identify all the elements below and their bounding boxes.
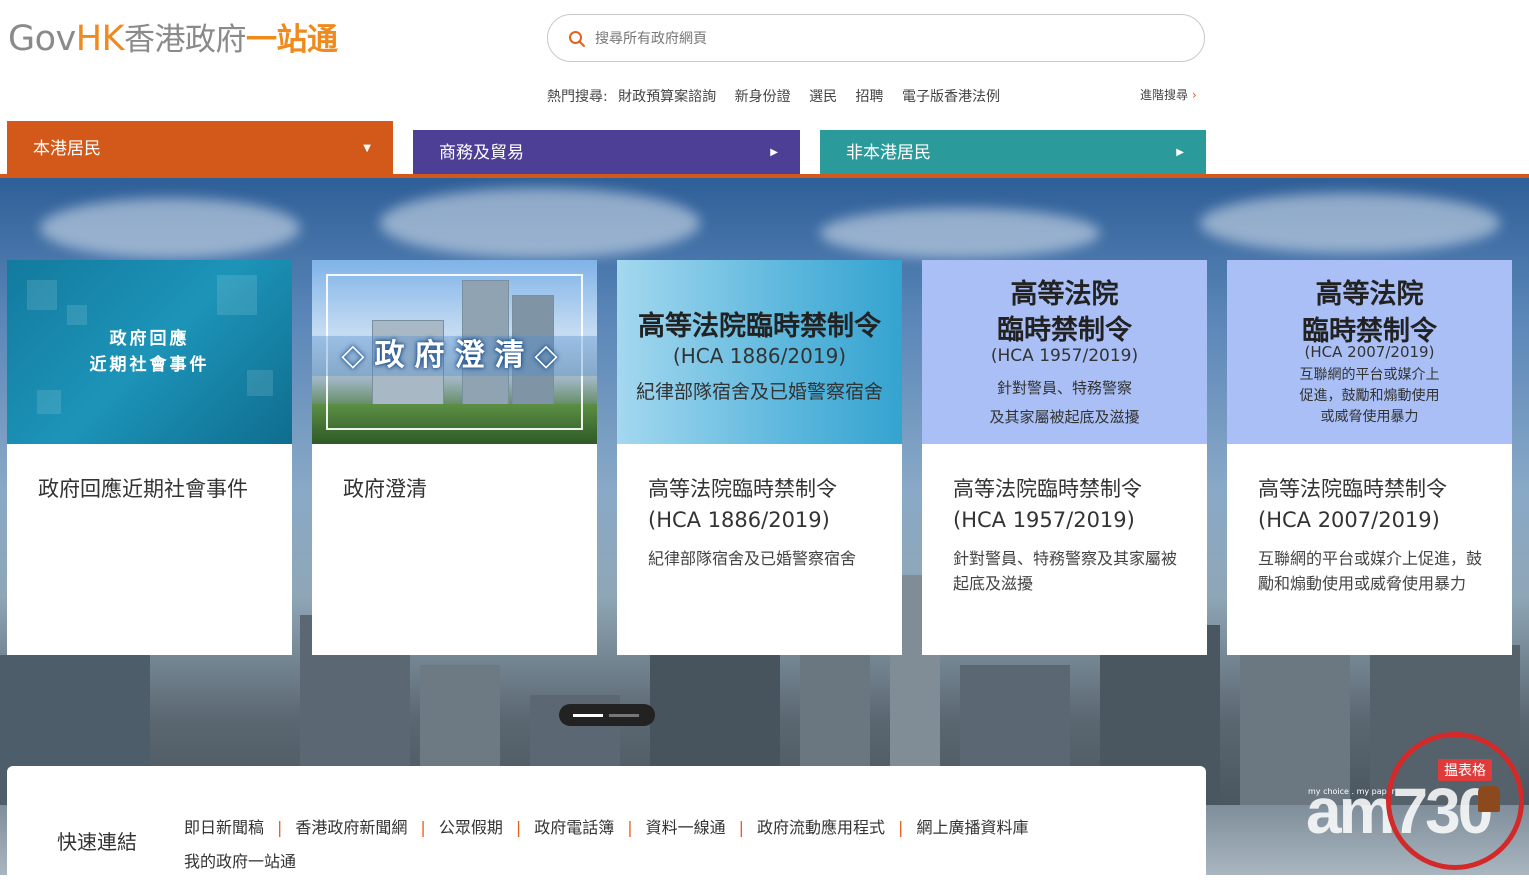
carousel-card[interactable]: 高等法院 臨時禁制令 (HCA 1957/2019) 針對警員、特務警察 及其家… xyxy=(922,260,1207,655)
form-tag-badge: 揾表格 xyxy=(1438,759,1492,781)
quick-link[interactable]: 政府電話簿 xyxy=(534,818,614,837)
card-title[interactable]: 政府回應近期社會事件 xyxy=(38,474,270,505)
pager-dot[interactable] xyxy=(609,714,639,717)
card-title[interactable]: 高等法院臨時禁制令 (HCA 2007/2019) xyxy=(1258,474,1490,536)
card-image: ◇政府澄清◇ xyxy=(312,260,597,444)
tab-non-residents[interactable]: 非本港居民 ▶ xyxy=(820,130,1206,176)
logo-zh-accent-text: 一站通 xyxy=(246,22,338,58)
card-image-text: (HCA 1957/2019) xyxy=(990,346,1139,366)
chevron-right-icon: › xyxy=(1192,88,1197,102)
hot-search-bar: 熱門搜尋: 財政預算案諮詢 新身份證 選民 招聘 電子版香港法例 xyxy=(547,86,1014,106)
advanced-search-link[interactable]: 進階搜尋 › xyxy=(1140,86,1197,103)
quick-link[interactable]: 香港政府新聞網 xyxy=(295,818,407,837)
card-title[interactable]: 政府澄清 xyxy=(343,474,575,505)
card-image-text: 臨時禁制令 xyxy=(997,315,1132,346)
carousel-card[interactable]: 政府回應 近期社會事件 政府回應近期社會事件 xyxy=(7,260,292,655)
carousel-pager xyxy=(559,704,655,726)
quick-link[interactable]: 我的政府一站通 xyxy=(184,852,296,871)
card-image-text: 政府回應 xyxy=(109,329,190,349)
tab-label: 本港居民 xyxy=(33,139,101,159)
card-image: 政府回應 近期社會事件 xyxy=(7,260,292,444)
hot-search-link[interactable]: 電子版香港法例 xyxy=(902,89,1000,105)
search-box[interactable] xyxy=(547,14,1205,62)
card-image-text: 促進，鼓勵和煽動使用 xyxy=(1299,388,1440,404)
link-separator: | xyxy=(515,818,522,837)
card-title[interactable]: 高等法院臨時禁制令 (HCA 1886/2019) xyxy=(648,474,880,536)
card-image-text: 針對警員、特務警察 xyxy=(996,379,1132,397)
advanced-search-label: 進階搜尋 xyxy=(1140,88,1189,102)
quick-links-panel: 快速連結 即日新聞稿 | 香港政府新聞網 | 公眾假期 | 政府電話簿 | 資料一線通 | 政府流動… xyxy=(7,766,1206,886)
card-image-text: (HCA 2007/2019) xyxy=(1304,343,1435,361)
card-title[interactable]: 高等法院臨時禁制令 (HCA 1957/2019) xyxy=(953,474,1185,536)
card-image-text: 高等法院臨時禁制令 xyxy=(638,311,881,342)
card-image-text: 及其家屬被起底及滋擾 xyxy=(989,408,1140,426)
link-separator: | xyxy=(420,818,426,837)
hot-search-link[interactable]: 選民 xyxy=(809,89,837,105)
card-image: 高等法院 臨時禁制令 (HCA 2007/2019) 互聯網的平台或媒介上 促進… xyxy=(1227,260,1512,444)
card-image-text: 紀律部隊宿舍及已婚警察宿舍 xyxy=(635,381,883,403)
quick-links-label: 快速連結 xyxy=(57,830,137,854)
caret-down-icon: ▼ xyxy=(363,143,371,154)
card-image-text: 近期社會事件 xyxy=(89,355,210,375)
link-separator: | xyxy=(898,818,904,837)
am730-watermark: my choice . my paper am730 揾表格 xyxy=(1300,730,1529,875)
quick-link[interactable]: 資料一線通 xyxy=(646,818,726,837)
card-image-text: 高等法院 xyxy=(1010,279,1119,310)
carousel-card[interactable]: 高等法院臨時禁制令 (HCA 1886/2019) 紀律部隊宿舍及已婚警察宿舍 … xyxy=(617,260,902,655)
logo-hk-text: HK xyxy=(75,19,125,59)
govhk-logo[interactable]: GovHK香港政府一站通 xyxy=(8,18,338,61)
tab-residents[interactable]: 本港居民 ▼ xyxy=(7,121,393,178)
link-separator: | xyxy=(627,818,633,837)
highlight-circle xyxy=(1386,732,1524,870)
card-image-text: 高等法院 xyxy=(1315,279,1424,310)
card-description: 針對警員、特務警察及其家屬被起底及滋擾 xyxy=(953,549,1178,593)
link-separator: | xyxy=(277,818,283,837)
card-image: 高等法院臨時禁制令 (HCA 1886/2019) 紀律部隊宿舍及已婚警察宿舍 xyxy=(617,260,902,444)
card-image-text: 或威脅使用暴力 xyxy=(1320,409,1419,425)
hot-search-link[interactable]: 新身份證 xyxy=(735,89,791,105)
card-image: 高等法院 臨時禁制令 (HCA 1957/2019) 針對警員、特務警察 及其家… xyxy=(922,260,1207,444)
card-description: 互聯網的平台或媒介上促進，鼓勵和煽動使用或威脅使用暴力 xyxy=(1258,549,1483,593)
caret-right-icon: ▶ xyxy=(1176,147,1184,158)
link-separator: | xyxy=(738,818,745,837)
tab-label: 商務及貿易 xyxy=(439,143,524,163)
hot-search-link[interactable]: 財政預算案諮詢 xyxy=(618,89,716,105)
hot-search-link[interactable]: 招聘 xyxy=(856,89,884,105)
carousel-card[interactable]: ◇政府澄清◇ 政府澄清 xyxy=(312,260,597,655)
tab-business-trade[interactable]: 商務及貿易 ▶ xyxy=(413,130,800,176)
chair-icon xyxy=(1478,786,1500,812)
quick-links-list: 即日新聞稿 | 香港政府新聞網 | 公眾假期 | 政府電話簿 | 資料一線通 | 政府流動應用程式 |… xyxy=(184,811,1184,879)
card-image-text: ◇政府澄清◇ xyxy=(312,336,597,376)
quick-link[interactable]: 網上廣播資料庫 xyxy=(916,818,1028,837)
caret-right-icon: ▶ xyxy=(770,147,778,158)
quick-link[interactable]: 即日新聞稿 xyxy=(184,818,264,837)
search-icon[interactable] xyxy=(568,30,586,48)
hot-search-label: 熱門搜尋: xyxy=(547,89,608,105)
search-input[interactable] xyxy=(593,25,1177,53)
card-image-text: 互聯網的平台或媒介上 xyxy=(1299,367,1440,383)
logo-zh-text: 香港政府 xyxy=(124,22,247,58)
carousel-card[interactable]: 高等法院 臨時禁制令 (HCA 2007/2019) 互聯網的平台或媒介上 促進… xyxy=(1227,260,1512,655)
card-image-text: (HCA 1886/2019) xyxy=(672,344,847,368)
card-description: 紀律部隊宿舍及已婚警察宿舍 xyxy=(648,549,857,568)
pager-dot-active[interactable] xyxy=(573,714,603,717)
quick-link[interactable]: 政府流動應用程式 xyxy=(757,818,885,837)
quick-link[interactable]: 公眾假期 xyxy=(439,818,503,837)
logo-gov-text: Gov xyxy=(8,19,76,59)
tab-label: 非本港居民 xyxy=(846,143,931,163)
